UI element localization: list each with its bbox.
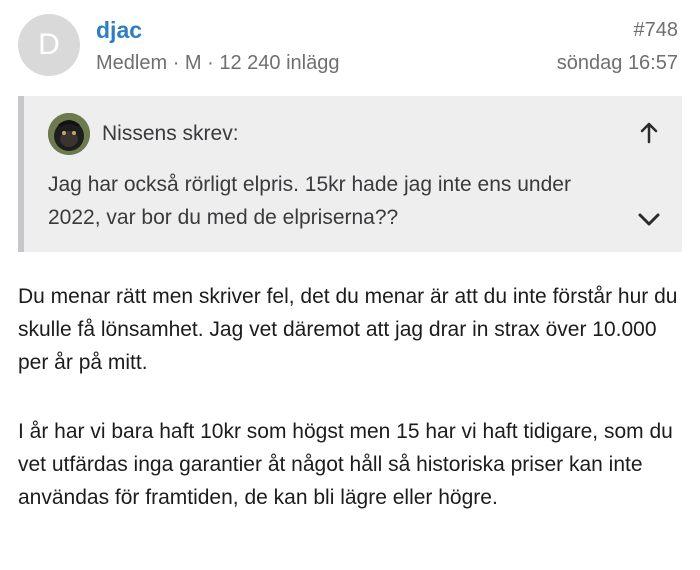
quote-text: Jag har också rörligt elpris. 15kr hade … — [48, 173, 571, 229]
post-body-paragraph: I år har vi bara haft 10kr som högst men… — [18, 420, 673, 509]
quote-block: Nissens skrev: Jag har också rörligt elp… — [18, 96, 682, 252]
quote-author-label[interactable]: Nissens skrev: — [102, 122, 239, 146]
quote-author-avatar[interactable] — [48, 113, 90, 155]
chevron-down-icon[interactable] — [634, 204, 664, 234]
post-header: D djac Medlem · M · 12 240 inlägg #748 s… — [0, 0, 700, 90]
post-number-link[interactable]: #748 — [634, 19, 679, 42]
author-meta: Medlem · M · 12 240 inlägg — [96, 52, 340, 74]
arrow-up-icon[interactable] — [634, 118, 664, 148]
monkey-avatar-image — [48, 113, 90, 155]
post-body-paragraph: Du menar rätt men skriver fel, det du me… — [18, 285, 678, 374]
author-name-link[interactable]: djac — [96, 17, 142, 44]
post-timestamp: söndag 16:57 — [556, 52, 678, 74]
avatar[interactable]: D — [18, 14, 80, 76]
